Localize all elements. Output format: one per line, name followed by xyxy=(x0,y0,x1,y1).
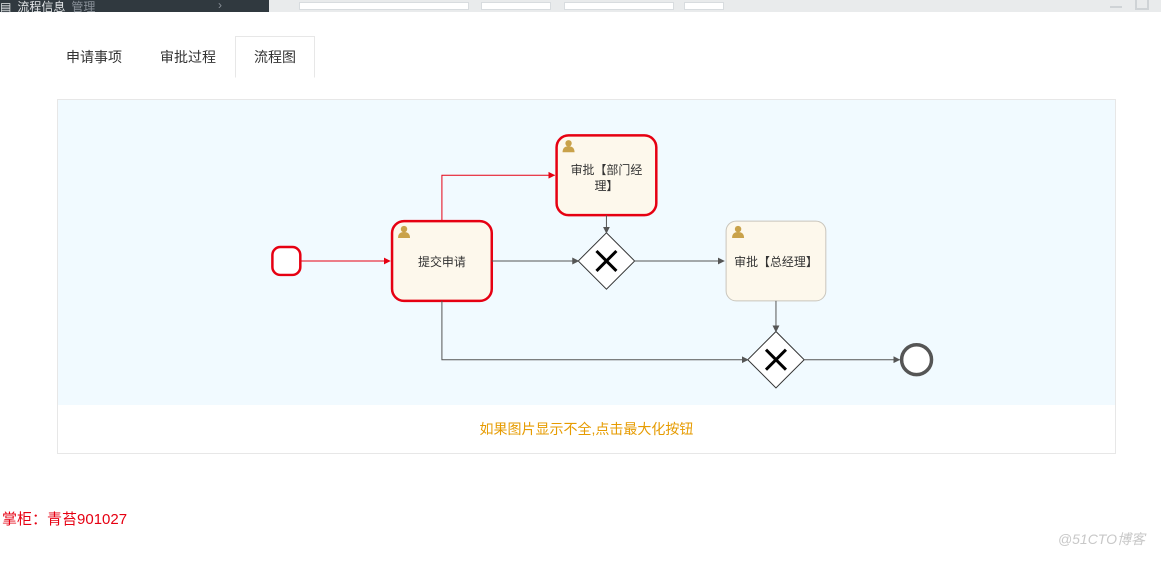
credit-watermark: @51CTO博客 xyxy=(1058,529,1145,549)
maximize-button[interactable] xyxy=(1135,0,1149,10)
owner-name: 青苔901027 xyxy=(47,511,127,528)
tab-flowchart[interactable]: 流程图 xyxy=(235,36,315,78)
tab-approval-process[interactable]: 审批过程 xyxy=(141,36,235,78)
task-submit-label: 提交申请 xyxy=(418,254,466,269)
edge-submit-gate2 xyxy=(442,301,748,360)
task-dept-manager[interactable]: 审批【部门经 理】 xyxy=(557,135,657,215)
panel: 申请事项 审批过程 流程图 提交申请 xyxy=(27,28,1146,503)
owner-footer: 掌柜：青苔901027 xyxy=(2,508,127,529)
flowchart-canvas[interactable]: 提交申请 审批【部门经 理】 xyxy=(58,100,1115,405)
gateway-2[interactable] xyxy=(748,331,804,387)
tabs: 申请事项 审批过程 流程图 xyxy=(27,28,1146,79)
hint-text: 如果图片显示不全,点击最大化按钮 xyxy=(58,405,1115,453)
owner-label: 掌柜： xyxy=(2,511,47,528)
minimize-button[interactable] xyxy=(1109,0,1123,10)
chevron-right-icon: › xyxy=(218,0,222,12)
tab-application[interactable]: 申请事项 xyxy=(47,36,141,78)
edge-submit-dept xyxy=(442,175,555,221)
title-bar: ▤ 流程信息 管理 › xyxy=(0,0,1161,12)
window-subtitle: 管理 xyxy=(71,0,95,15)
task-general-manager[interactable]: 审批【总经理】 xyxy=(726,221,826,301)
end-event[interactable] xyxy=(902,345,932,375)
doc-icon: ▤ xyxy=(0,0,11,14)
task-submit[interactable]: 提交申请 xyxy=(392,221,492,301)
window-title: 流程信息 xyxy=(17,0,65,15)
task-dept-label2: 理】 xyxy=(594,179,618,193)
task-gm-label: 审批【总经理】 xyxy=(734,254,818,269)
title-bar-shade xyxy=(269,0,1161,12)
flowchart-container: 提交申请 审批【部门经 理】 xyxy=(57,99,1116,454)
start-event[interactable] xyxy=(272,247,300,275)
gateway-1[interactable] xyxy=(578,233,634,289)
task-dept-label1: 审批【部门经 xyxy=(571,162,643,177)
